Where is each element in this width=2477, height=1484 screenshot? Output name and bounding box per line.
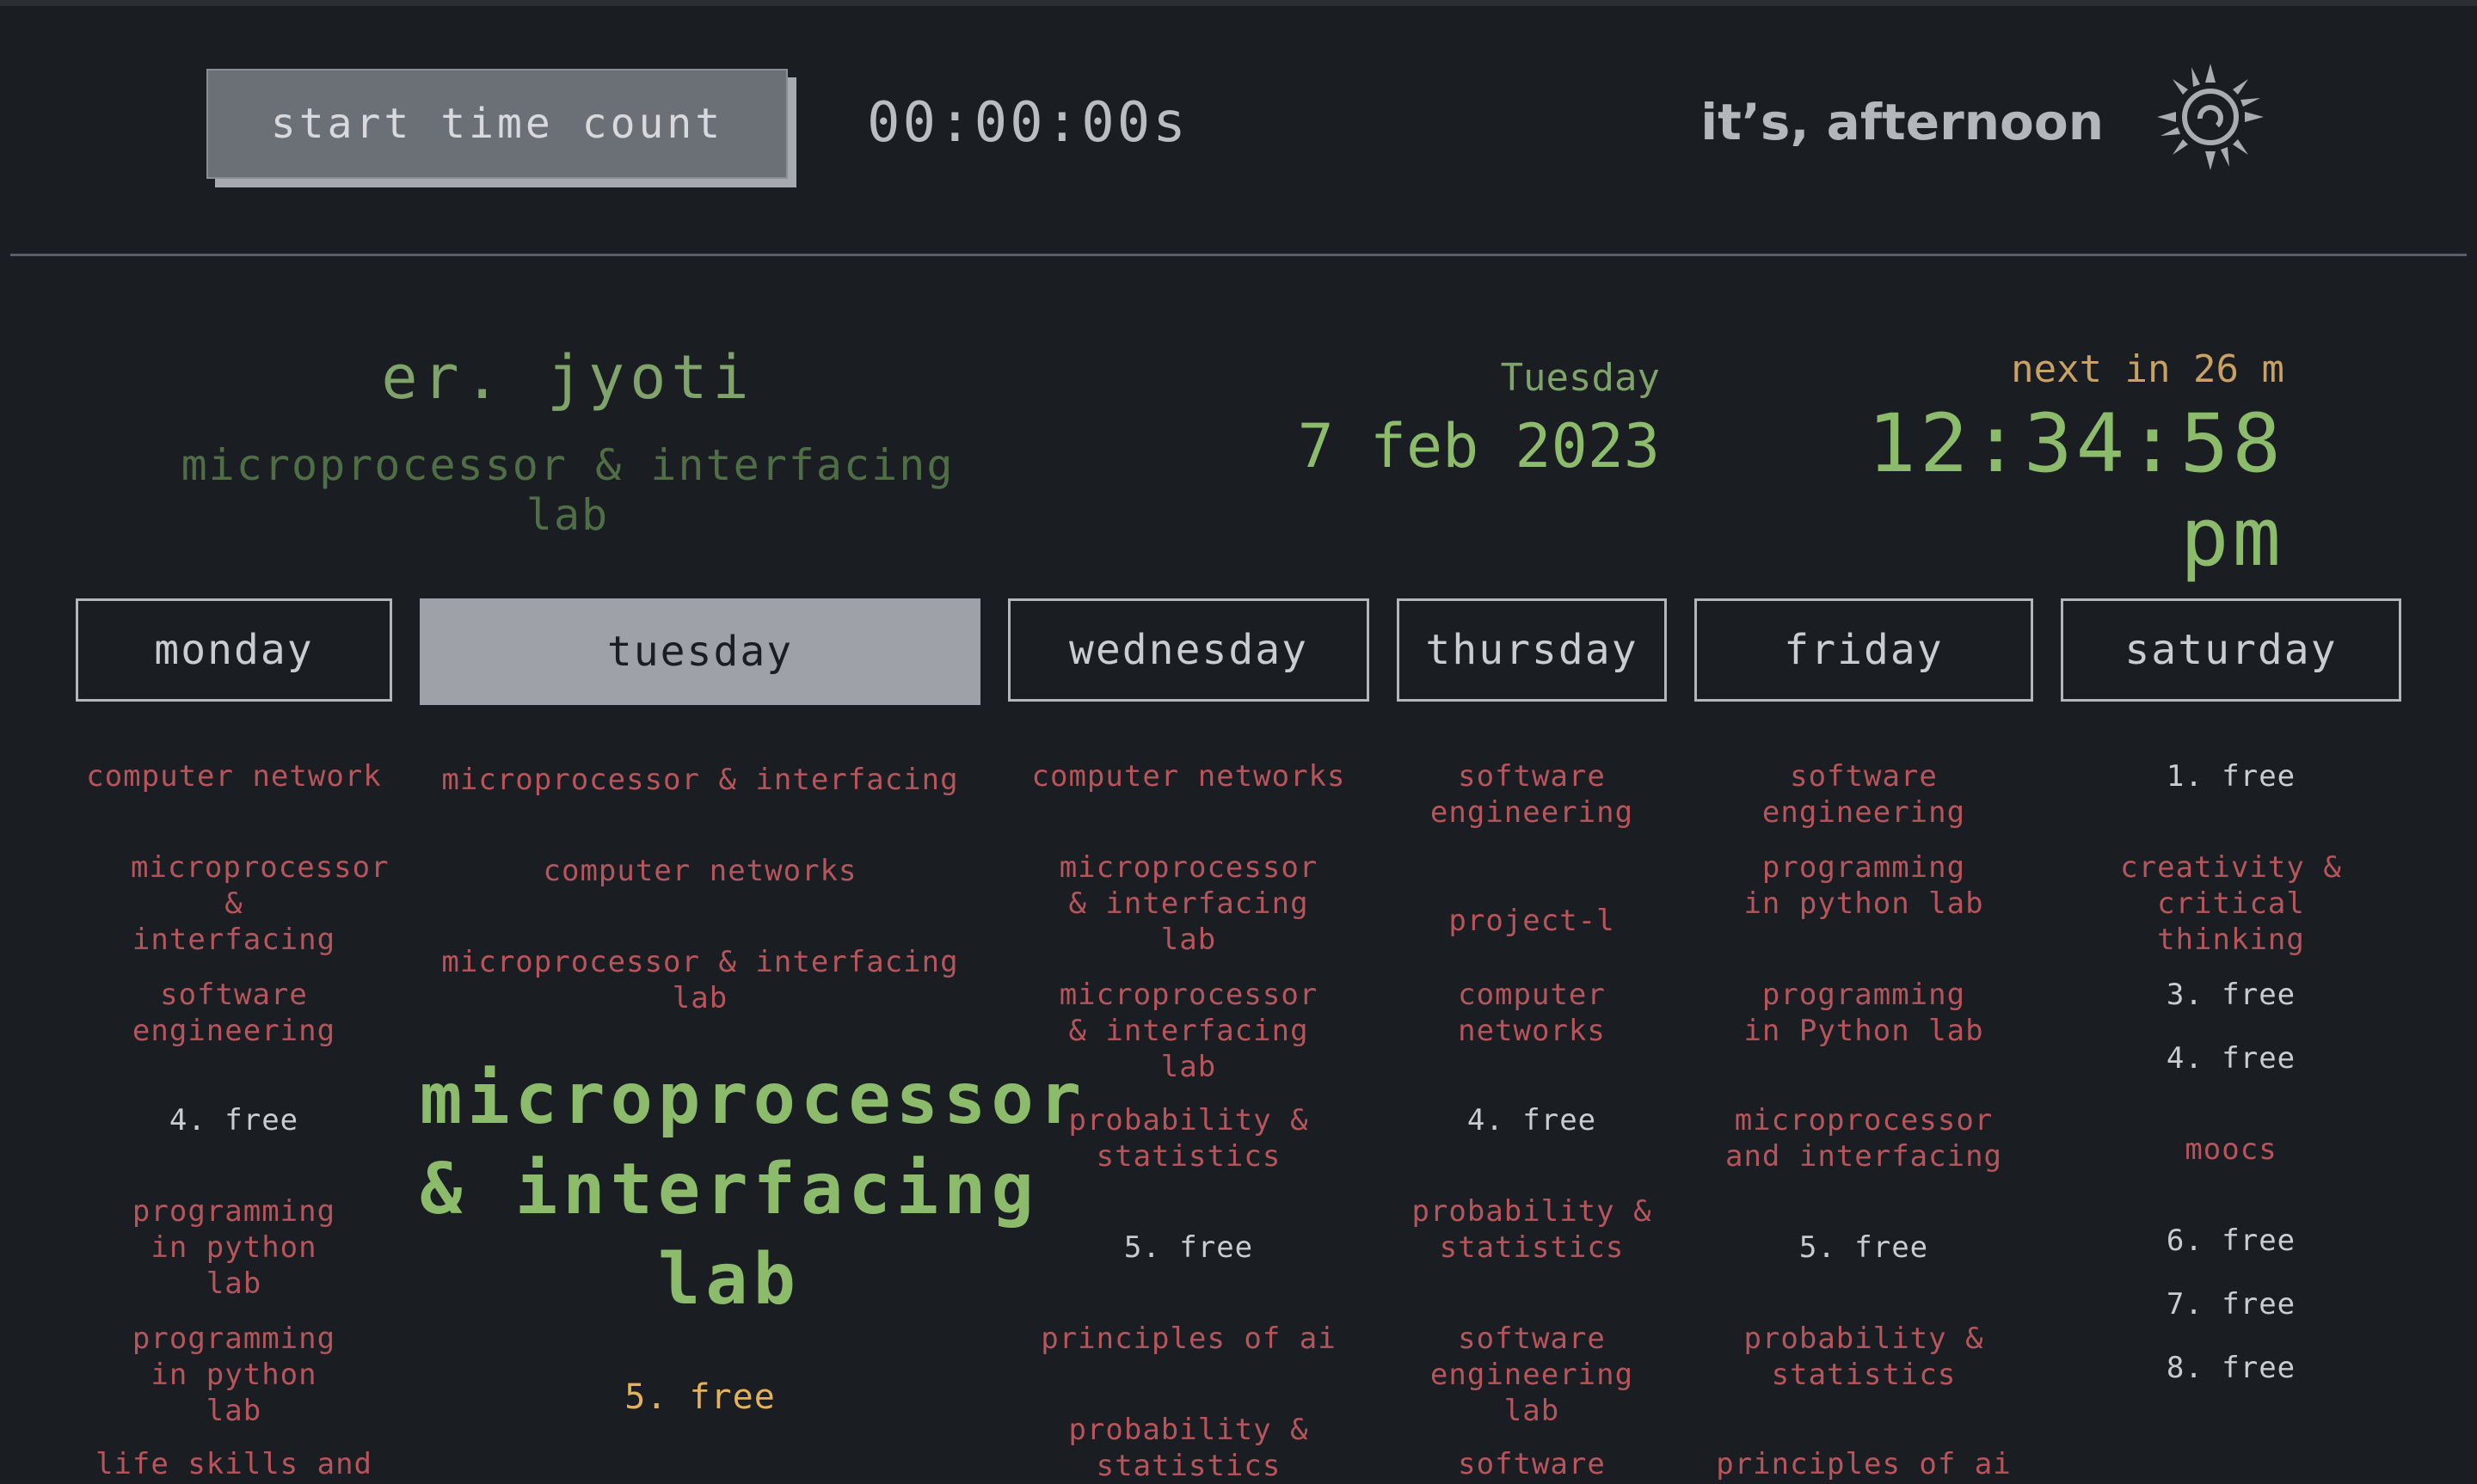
day-column-tuesday: tuesday microprocessor & interfacing com…: [420, 598, 1081, 1415]
timer-display: 00:00:00s: [867, 91, 1189, 155]
schedule-entry: probability & statistics: [1068, 1103, 1309, 1174]
schedule-entry: 7. free: [2166, 1287, 2296, 1321]
teacher-name: er. jyoti: [381, 342, 754, 413]
day-column-saturday: saturday 1. free creativity & critical t…: [2061, 598, 2401, 1385]
day-column-thursday: thursday software engineering project-l …: [1397, 598, 1667, 1481]
day-column-monday: monday computer network microprocessor &…: [76, 598, 392, 1481]
schedule-entry: microprocessor & interfacing lab: [1059, 978, 1318, 1084]
schedule-entry: probability & statistics: [1743, 1321, 1984, 1392]
start-time-count-button[interactable]: start time count: [206, 69, 788, 179]
current-time: 12:34:58 pm: [1867, 397, 2284, 585]
schedule-entry: 6. free: [2166, 1223, 2296, 1258]
schedule-entry: programming in Python lab: [1743, 978, 1984, 1048]
schedule-entry: software engineering lab: [1429, 1321, 1634, 1428]
schedule-entry: probability & statistics: [1411, 1194, 1652, 1265]
schedule-entry: principles of ai: [1716, 1447, 2012, 1481]
window-top-edge: [0, 0, 2477, 6]
schedule-entry: 5. free: [624, 1377, 776, 1417]
time-of-day-greeting: it’s, afternoon: [1700, 93, 2104, 151]
day-tab-saturday[interactable]: saturday: [2061, 598, 2401, 702]
schedule-entry: 4. free: [2166, 1041, 2296, 1076]
schedule-entry: probability & statistics: [1068, 1413, 1309, 1483]
current-class-highlight: microprocessor & interfacing lab: [420, 1058, 1087, 1321]
sun-icon: [2157, 64, 2264, 170]
schedule-entry: 5. free: [1798, 1230, 1929, 1265]
schedule-entry: moocs: [2185, 1132, 2277, 1167]
schedule-entry: project-l: [1448, 904, 1615, 938]
day-tab-thursday[interactable]: thursday: [1397, 598, 1667, 702]
schedule-entry: software engineering: [1761, 759, 1966, 830]
schedule-entry: computer networks: [1031, 759, 1346, 794]
schedule-entry: software engineering: [1429, 759, 1634, 830]
day-tab-monday[interactable]: monday: [76, 598, 392, 702]
schedule-entry: programming in python lab: [132, 1194, 336, 1301]
schedule-entry: microprocessor and interfacing: [1724, 1103, 2003, 1174]
schedule-entry: microprocessor & interfacing lab: [441, 945, 959, 1015]
current-date: 7 feb 2023: [1297, 411, 1660, 481]
schedule-entry: microprocessor & interfacing: [131, 850, 390, 957]
header-divider: [10, 254, 2467, 256]
schedule-entry: creativity & critical thinking: [2120, 850, 2342, 957]
next-class-countdown: next in 26 m: [2011, 347, 2284, 391]
schedule-entry: programming in python lab: [132, 1321, 336, 1428]
schedule-entry: software: [1458, 1447, 1606, 1481]
schedule-entry: 1. free: [2166, 759, 2296, 794]
schedule-entry: programming in python lab: [1743, 850, 1984, 921]
current-day: Tuesday: [1500, 356, 1660, 400]
schedule-entry: life skills and: [95, 1447, 373, 1481]
schedule-entry: 8. free: [2166, 1351, 2296, 1385]
schedule-entry: microprocessor & interfacing lab: [1059, 850, 1318, 957]
schedule-entry: microprocessor & interfacing: [441, 763, 959, 797]
day-column-wednesday: wednesday computer networks microprocess…: [1008, 598, 1369, 1483]
schedule-entry: 3. free: [2166, 978, 2296, 1012]
schedule-entry: 4. free: [169, 1103, 299, 1138]
day-tab-wednesday[interactable]: wednesday: [1008, 598, 1369, 702]
schedule-entry: computer networks: [1458, 978, 1606, 1048]
schedule-entry: 4. free: [1466, 1103, 1597, 1138]
schedule-entry: software engineering: [132, 978, 336, 1048]
day-column-friday: friday software engineering programming …: [1694, 598, 2033, 1481]
current-subject: microprocessor & interfacing lab: [181, 440, 955, 540]
schedule-entry: computer networks: [543, 854, 857, 888]
day-tab-friday[interactable]: friday: [1694, 598, 2033, 702]
schedule-entry: principles of ai: [1041, 1321, 1337, 1356]
schedule-entry: 5. free: [1123, 1230, 1254, 1265]
schedule-entry: computer network: [86, 759, 382, 794]
day-tab-tuesday[interactable]: tuesday: [420, 598, 980, 705]
